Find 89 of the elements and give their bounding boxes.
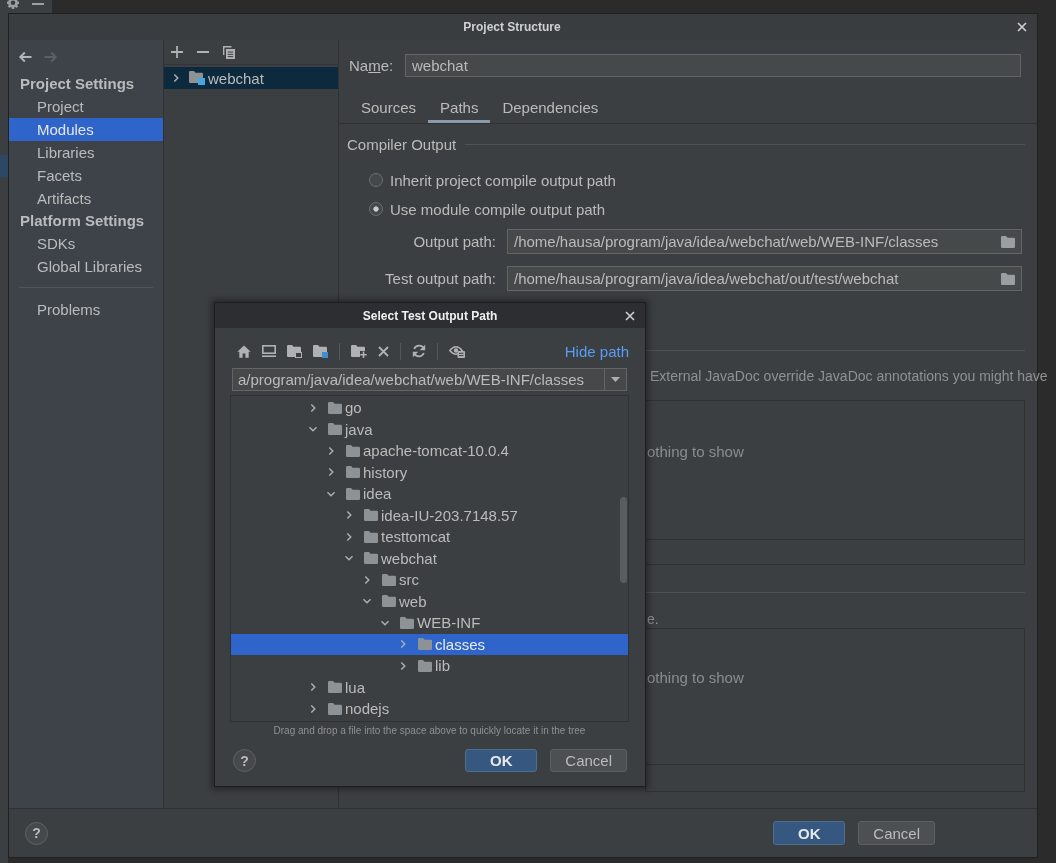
sidebar-heading: Project Settings — [19, 74, 135, 94]
tree-item[interactable]: java — [231, 418, 628, 440]
empty-list-text: othing to show — [647, 669, 744, 686]
sidebar-item[interactable]: Global Libraries — [9, 255, 163, 278]
sidebar-item[interactable]: Problems — [9, 298, 163, 321]
home-icon[interactable] — [237, 344, 251, 358]
sidebar-item[interactable]: Artifacts — [9, 187, 163, 210]
path-label: Output path: — [412, 233, 496, 250]
tree-item[interactable]: WEB-INF — [231, 612, 628, 634]
path-field[interactable]: /home/hausa/program/java/idea/webchat/out/test/webchat — [507, 266, 1022, 291]
module-tree-item[interactable]: webchat — [164, 67, 338, 89]
scrollbar-thumb[interactable] — [620, 497, 627, 583]
close-icon[interactable] — [625, 310, 635, 321]
name-field[interactable]: webchat — [405, 54, 1021, 77]
window-title: Project Structure — [463, 20, 561, 34]
copy-icon[interactable] — [223, 45, 235, 59]
folder-icon — [400, 616, 414, 629]
tab[interactable]: Dependencies — [490, 94, 611, 123]
folder-icon — [346, 487, 360, 500]
plus-icon[interactable] — [171, 46, 183, 58]
caret-down-icon — [611, 377, 620, 382]
tree-item[interactable]: nodejs — [231, 698, 628, 720]
folder-icon[interactable] — [1001, 235, 1015, 248]
section-description: e. — [647, 611, 659, 627]
section-description: External JavaDoc override JavaDoc annotations you might have — [650, 368, 1048, 384]
folder-icon — [364, 530, 378, 543]
name-label: Name: — [348, 57, 395, 74]
section-title: Compiler Output — [347, 135, 457, 153]
help-button[interactable]: ? — [233, 749, 256, 772]
tab[interactable]: Paths — [428, 94, 491, 123]
folder-icon — [346, 466, 360, 479]
tab[interactable]: Sources — [349, 94, 429, 123]
folder-icon — [364, 509, 378, 522]
refresh-icon[interactable] — [412, 344, 426, 358]
tree-item[interactable]: src — [231, 569, 628, 591]
folder-icon — [328, 423, 342, 436]
selection-highlight — [0, 155, 8, 177]
path-label: Test output path: — [384, 270, 496, 287]
sidebar-item[interactable]: Project — [9, 95, 163, 118]
radio-button[interactable] — [369, 202, 383, 216]
cancel-button[interactable]: Cancel — [550, 749, 627, 772]
sidebar-heading: Platform Settings — [19, 211, 145, 231]
help-button[interactable]: ? — [25, 821, 48, 845]
radio-button[interactable] — [369, 173, 383, 187]
sidebar-item[interactable]: SDKs — [9, 232, 163, 255]
radio-label[interactable]: Inherit project compile output path — [390, 171, 616, 189]
sidebar-item[interactable]: Libraries — [9, 141, 163, 164]
folder-icon — [346, 444, 360, 457]
empty-list-text: othing to show — [647, 443, 744, 460]
tree-item[interactable]: testtomcat — [231, 526, 628, 548]
tree-item[interactable]: lib — [231, 655, 628, 677]
folder-icon[interactable] — [1001, 272, 1015, 285]
tree-item[interactable]: lua — [231, 676, 628, 698]
path-field[interactable]: /home/hausa/program/java/idea/webchat/web/WEB-INF/classes — [507, 229, 1022, 254]
folder-icon — [328, 702, 342, 715]
sidebar-item[interactable]: Facets — [9, 164, 163, 187]
folder-icon — [364, 552, 378, 565]
tree-item[interactable]: apache-tomcat-10.0.4 — [231, 440, 628, 462]
ok-button[interactable]: OK — [773, 821, 846, 845]
close-icon[interactable] — [1017, 22, 1027, 32]
tree-item[interactable]: history — [231, 461, 628, 483]
folder-icon — [418, 659, 432, 672]
dialog-title: Select Test Output Path — [362, 308, 498, 323]
folder-icon — [382, 573, 396, 586]
radio-label[interactable]: Use module compile output path — [390, 200, 606, 218]
monitor-icon[interactable] — [262, 345, 276, 357]
tree-item[interactable]: idea-IU-203.7148.57 — [231, 504, 628, 526]
back-arrow-icon[interactable] — [18, 50, 32, 63]
tree-item[interactable]: go — [231, 397, 628, 419]
tree-item[interactable]: web — [231, 590, 628, 612]
tree-item[interactable]: classes — [231, 633, 628, 655]
tree-item[interactable]: webchat — [231, 547, 628, 569]
module-folder-icon — [189, 71, 205, 85]
eye-icon[interactable] — [449, 344, 465, 358]
folder-icon — [418, 638, 432, 651]
path-combo-box[interactable]: a/program/java/idea/webchat/web/WEB-INF/classes — [232, 368, 627, 391]
ok-button[interactable]: OK — [465, 749, 538, 772]
cross-icon[interactable] — [378, 345, 389, 357]
module-folder-icon[interactable] — [313, 344, 328, 358]
tree-item[interactable]: idea — [231, 483, 628, 505]
folder-icon — [382, 595, 396, 608]
new-folder-icon[interactable] — [351, 344, 367, 358]
folder-icon — [328, 681, 342, 694]
cancel-button[interactable]: Cancel — [858, 821, 935, 845]
folder-icon — [328, 401, 342, 414]
gear-icon[interactable] — [7, 0, 19, 9]
hide-path-link[interactable]: Hide path — [564, 342, 629, 360]
sidebar-item[interactable]: Modules — [9, 118, 163, 141]
hint-text: Drag and drop a file into the space above to quickly locate it in the tree — [273, 724, 586, 738]
